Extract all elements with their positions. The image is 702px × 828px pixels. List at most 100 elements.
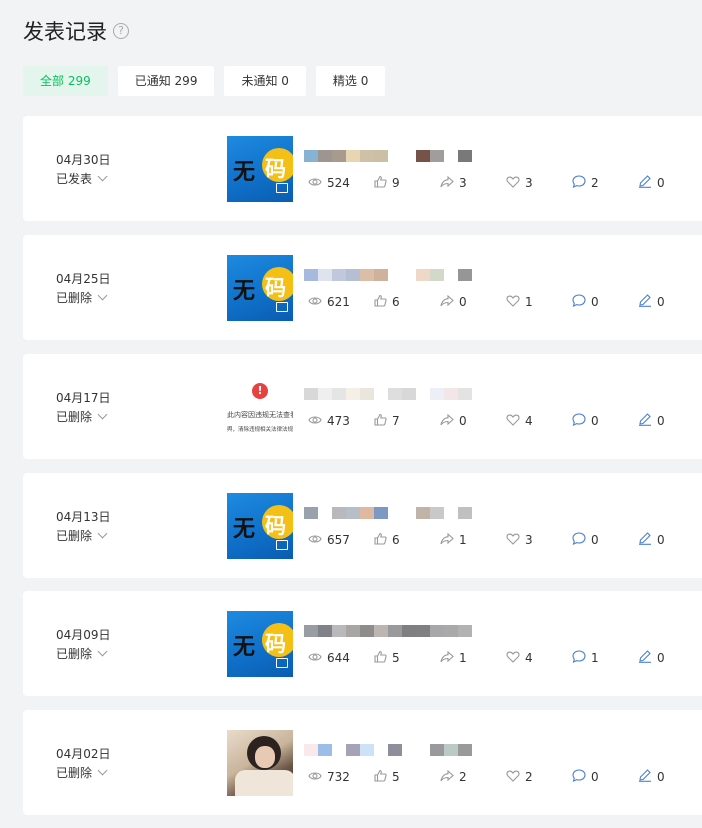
views-count: 732: [327, 770, 350, 784]
shares-stat: 1: [440, 650, 506, 666]
heart-icon: [506, 413, 525, 429]
post-title-blurred: [304, 507, 472, 519]
edits-stat[interactable]: 0: [638, 175, 702, 191]
edits-stat[interactable]: 0: [638, 413, 702, 429]
post-status-dropdown[interactable]: 已删除: [56, 527, 108, 544]
blur-block: [402, 269, 416, 281]
edit-icon[interactable]: [638, 532, 657, 548]
blur-block: [458, 388, 472, 400]
blur-block: [318, 625, 332, 637]
blur-block: [430, 744, 444, 756]
comment-icon[interactable]: [572, 769, 591, 785]
edits-stat[interactable]: 0: [638, 769, 702, 785]
views-stat: 644: [308, 650, 374, 666]
share-icon: [440, 532, 459, 548]
post-card[interactable]: 04月17日 已删除! 此内容因违规无法查看 舆，清除违规相关法律法规 473 7 0 4 0 0: [23, 354, 702, 459]
comments-count: 1: [591, 651, 599, 665]
comments-stat[interactable]: 0: [572, 413, 638, 429]
likes-stat: 9: [374, 175, 440, 191]
edit-icon[interactable]: [638, 413, 657, 429]
post-date: 04月09日: [56, 628, 111, 642]
shares-count: 1: [459, 651, 467, 665]
blur-block: [416, 150, 430, 162]
edit-icon[interactable]: [638, 175, 657, 191]
blur-block: [416, 744, 430, 756]
edits-stat[interactable]: 0: [638, 294, 702, 310]
post-thumbnail[interactable]: 无码: [227, 136, 293, 202]
blur-block: [304, 744, 318, 756]
views-stat: 524: [308, 175, 374, 191]
post-thumbnail[interactable]: ! 此内容因违规无法查看 舆，清除违规相关法律法规: [227, 374, 293, 440]
blur-block: [430, 150, 444, 162]
edits-stat[interactable]: 0: [638, 650, 702, 666]
edit-icon[interactable]: [638, 650, 657, 666]
shares-stat: 1: [440, 532, 506, 548]
edits-count: 0: [657, 176, 665, 190]
comment-icon[interactable]: [572, 532, 591, 548]
tab-all[interactable]: 全部 299: [23, 66, 108, 96]
post-thumbnail[interactable]: 无码: [227, 611, 293, 677]
edit-icon[interactable]: [638, 294, 657, 310]
thumbs-up-icon: [374, 175, 392, 191]
comments-stat[interactable]: 1: [572, 650, 638, 666]
tab-notified[interactable]: 已通知 299: [117, 66, 215, 96]
comments-stat[interactable]: 0: [572, 532, 638, 548]
comment-icon[interactable]: [572, 294, 591, 310]
post-thumbnail[interactable]: 无码: [227, 493, 293, 559]
shares-count: 3: [459, 176, 467, 190]
comments-stat[interactable]: 0: [572, 294, 638, 310]
likes-count: 5: [392, 770, 400, 784]
blur-block: [360, 269, 374, 281]
eye-icon: [308, 533, 327, 548]
post-status-dropdown[interactable]: 已删除: [56, 289, 108, 306]
post-status-dropdown[interactable]: 已删除: [56, 645, 108, 662]
blur-block: [360, 625, 374, 637]
post-status-dropdown[interactable]: 已删除: [56, 764, 108, 781]
favorites-count: 3: [525, 533, 533, 547]
heart-icon: [506, 532, 525, 548]
edits-count: 0: [657, 651, 665, 665]
tab-not-notified[interactable]: 未通知 0: [224, 66, 306, 96]
share-icon: [440, 650, 459, 666]
comment-icon[interactable]: [572, 175, 591, 191]
post-status-dropdown[interactable]: 已发表: [56, 170, 108, 187]
post-status-dropdown[interactable]: 已删除: [56, 408, 108, 425]
comments-stat[interactable]: 0: [572, 769, 638, 785]
post-card[interactable]: 04月30日 已发表 无码 524 9 3 3 2 0: [23, 116, 702, 221]
edit-icon[interactable]: [638, 769, 657, 785]
blur-block: [318, 507, 332, 519]
filter-tabs: 全部 299 已通知 299 未通知 0 精选 0: [23, 66, 386, 96]
photo-face: [255, 746, 275, 768]
question-circle-icon[interactable]: ?: [113, 23, 129, 39]
post-stats: 473 7 0 4 0 0: [308, 413, 702, 429]
shares-stat: 0: [440, 294, 506, 310]
post-card[interactable]: 04月13日 已删除 无码 657 6 1 3 0 0: [23, 473, 702, 578]
post-date: 04月02日: [56, 747, 111, 761]
blur-block: [402, 150, 416, 162]
comments-count: 0: [591, 770, 599, 784]
watermark-char-ma: 码: [265, 632, 286, 656]
shares-count: 2: [459, 770, 467, 784]
likes-count: 7: [392, 414, 400, 428]
tab-featured[interactable]: 精选 0: [315, 66, 386, 96]
watermark-char-wu: 无: [233, 279, 256, 304]
edits-stat[interactable]: 0: [638, 532, 702, 548]
post-thumbnail[interactable]: [227, 730, 293, 796]
heart-icon: [506, 650, 525, 666]
share-icon: [440, 769, 459, 785]
post-card[interactable]: 04月09日 已删除 无码 644 5 1 4 1 0: [23, 591, 702, 696]
post-card[interactable]: 04月25日 已删除 无码 621 6 0 1 0 0: [23, 235, 702, 340]
favorites-stat: 3: [506, 175, 572, 191]
post-card[interactable]: 04月02日 已删除 732 5 2 2 0 0: [23, 710, 702, 815]
blur-block: [430, 625, 444, 637]
comments-stat[interactable]: 2: [572, 175, 638, 191]
post-status: 已发表: [56, 172, 93, 186]
comment-icon[interactable]: [572, 413, 591, 429]
image-icon: [276, 658, 288, 668]
post-stats: 732 5 2 2 0 0: [308, 769, 702, 785]
watermark-char-ma: 码: [265, 514, 286, 538]
post-thumbnail[interactable]: 无码: [227, 255, 293, 321]
comment-icon[interactable]: [572, 650, 591, 666]
chevron-down-icon: [97, 409, 108, 420]
favorites-count: 4: [525, 414, 533, 428]
